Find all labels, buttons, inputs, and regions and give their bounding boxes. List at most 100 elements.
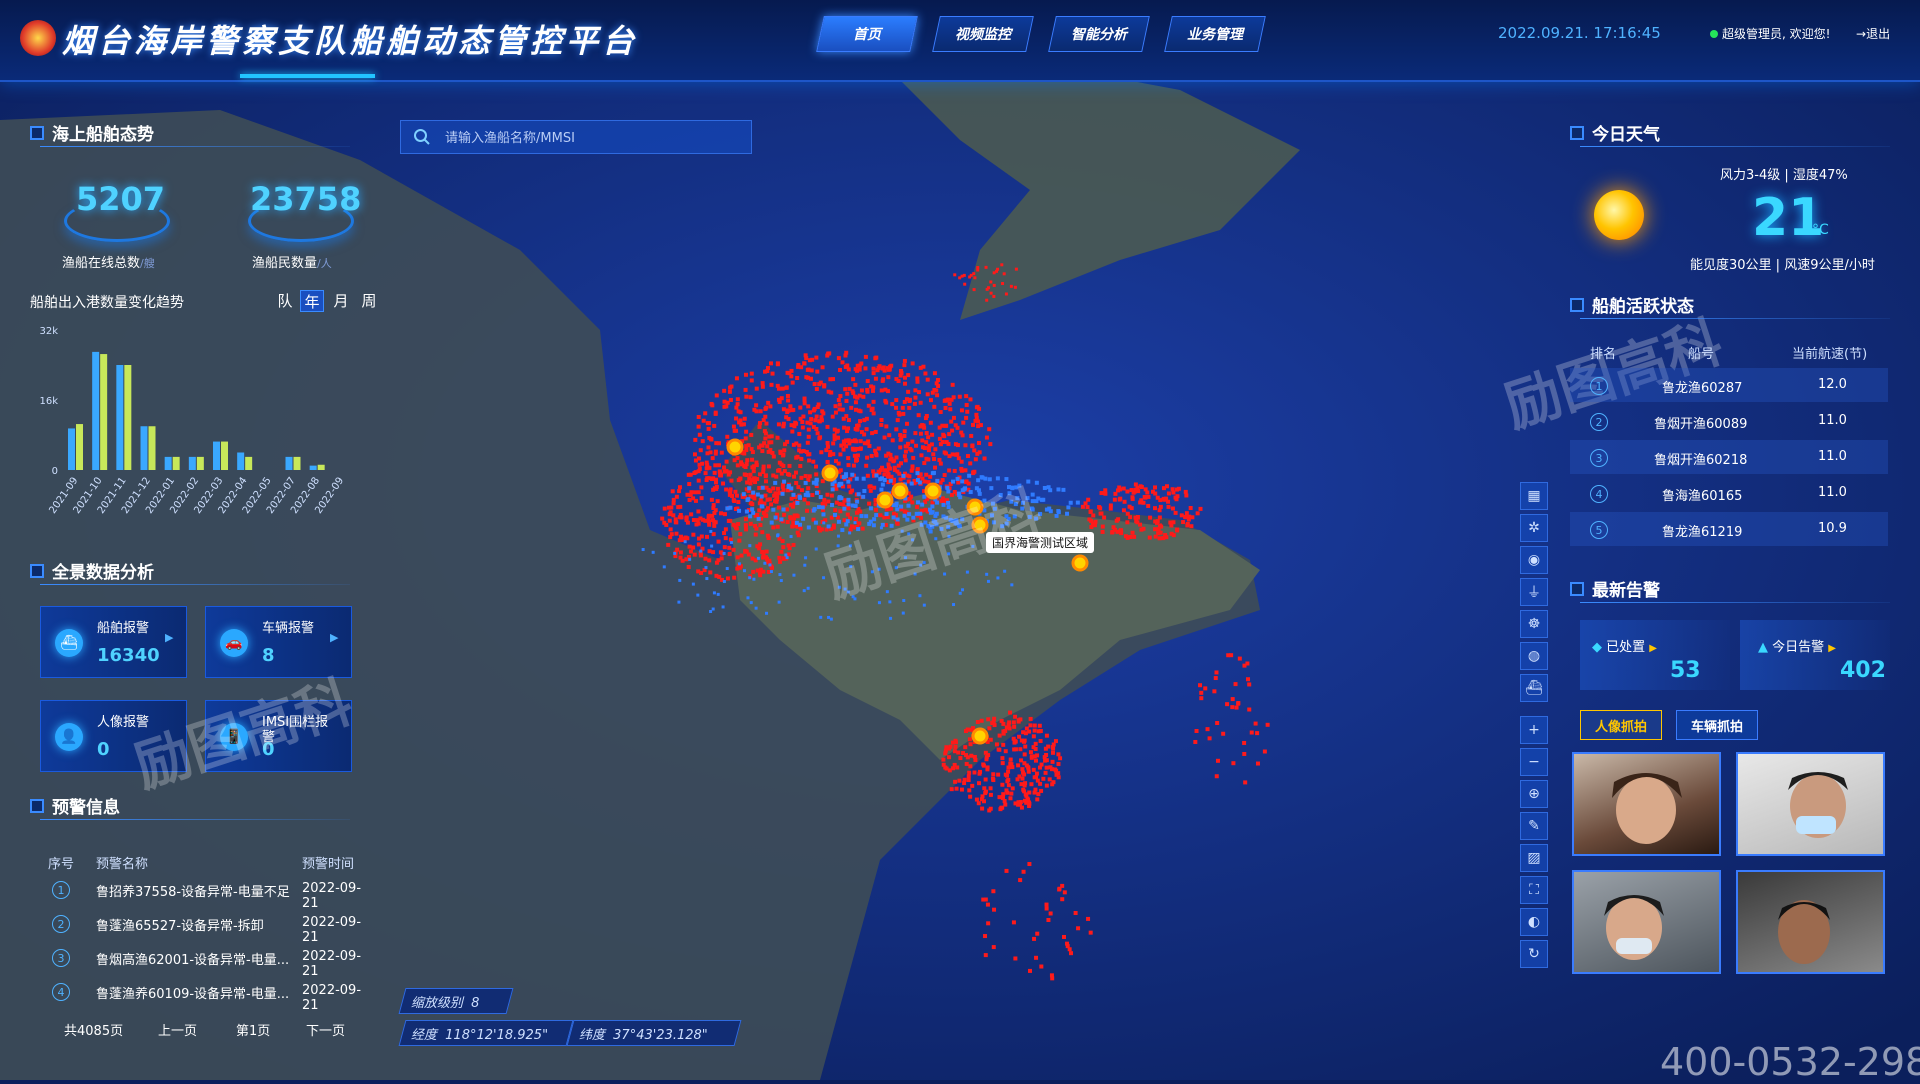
vessel-marker: [662, 565, 666, 569]
period-year[interactable]: 年: [300, 290, 324, 312]
pager-prev-button[interactable]: 上一页: [158, 1020, 197, 1039]
face-capture-photo[interactable]: [1572, 870, 1721, 974]
vessel-marker: [813, 520, 818, 525]
tab-face-capture[interactable]: 人像抓拍: [1580, 710, 1662, 740]
face-capture-photo[interactable]: [1572, 752, 1721, 856]
camera-icon[interactable]: ◉: [1520, 546, 1548, 574]
vessel-marker: [737, 538, 742, 543]
vessel-marker: [1016, 763, 1021, 768]
vessel-marker: [896, 410, 901, 415]
vessel-marker: [722, 512, 727, 517]
vessel-marker: [758, 523, 763, 528]
fishermen-label-text: 渔船民数量: [252, 256, 318, 271]
activity-row[interactable]: 2 鲁烟开渔60089 11.0: [1570, 404, 1888, 438]
period-month[interactable]: 月: [330, 290, 352, 310]
vessel-marker: [963, 443, 968, 448]
activity-row[interactable]: 5 鲁龙渔61219 10.9: [1570, 512, 1888, 546]
face-photo-image: [1612, 773, 1682, 844]
fullscreen-icon[interactable]: ⛶: [1520, 876, 1548, 904]
globe-icon[interactable]: ◍: [1520, 642, 1548, 670]
zoom-in-icon[interactable]: +: [1520, 716, 1548, 744]
vessel-marker: [785, 556, 789, 560]
measure-icon[interactable]: ✎: [1520, 812, 1548, 840]
vessel-marker: [705, 577, 709, 581]
vessel-marker: [795, 500, 800, 505]
vessel-marker: [829, 617, 833, 621]
warning-row[interactable]: 3 鲁烟高渔62001-设备异常-电量... 2022-09-21: [40, 942, 370, 979]
warning-row[interactable]: 4 鲁蓬渔养60109-设备异常-电量... 2022-09-21: [40, 976, 370, 1013]
layers-icon[interactable]: ▦: [1520, 482, 1548, 510]
vessel-marker: [1029, 782, 1034, 787]
vessel-marker: [898, 445, 903, 450]
vessel-marker: [759, 494, 764, 499]
search-input[interactable]: [443, 127, 737, 149]
chart-bar: [172, 456, 180, 470]
vessel-marker: [910, 464, 915, 469]
vessel-marker: [741, 492, 746, 497]
trend-title: 船舶出入港数量变化趋势: [30, 295, 184, 311]
zoom-out-icon[interactable]: −: [1520, 748, 1548, 776]
ship-icon[interactable]: ⛴: [1520, 674, 1548, 702]
vessel-marker: [1164, 484, 1169, 489]
vessel-marker: [968, 461, 973, 466]
vessel-marker: [712, 591, 716, 595]
filter-icon[interactable]: ⏚: [1520, 578, 1548, 606]
vessel-marker: [887, 433, 892, 438]
vessel-marker: [716, 539, 721, 544]
warning-row[interactable]: 1 鲁招养37558-设备异常-电量不足 2022-09-21: [40, 874, 370, 911]
vessel-marker: [830, 482, 835, 487]
track-icon[interactable]: ☸: [1520, 610, 1548, 638]
tab-vehicle-capture[interactable]: 车辆抓拍: [1676, 710, 1758, 740]
logout-button[interactable]: →退出: [1856, 25, 1890, 42]
locate-icon[interactable]: ⊕: [1520, 780, 1548, 808]
nav-home[interactable]: 首页: [816, 16, 918, 52]
vessel-marker: [854, 439, 859, 444]
period-week[interactable]: 周: [358, 290, 380, 310]
vessel-marker: [1166, 504, 1171, 509]
today-alerts-value: 402: [1840, 658, 1886, 683]
vessel-marker: [755, 492, 760, 497]
chart-bar: [309, 465, 317, 470]
area-icon[interactable]: ▨: [1520, 844, 1548, 872]
alarm-card-vessel[interactable]: ⛴ 船舶报警 16340 ▶: [40, 606, 187, 678]
nav-smart-analysis[interactable]: 智能分析: [1048, 16, 1150, 52]
chart-bar: [317, 464, 325, 470]
vessel-marker: [814, 414, 819, 419]
warning-row-name: 鲁蓬渔65527-设备异常-拆卸: [96, 919, 264, 934]
refresh-icon[interactable]: ↻: [1520, 940, 1548, 968]
warning-row[interactable]: 2 鲁蓬渔65527-设备异常-拆卸 2022-09-21: [40, 908, 370, 945]
vessel-marker: [894, 398, 899, 403]
earth-icon[interactable]: ◐: [1520, 908, 1548, 936]
vessel-marker: [848, 490, 853, 495]
period-team[interactable]: 队: [274, 290, 296, 310]
nav-video-monitor[interactable]: 视频监控: [932, 16, 1034, 52]
vessel-marker: [798, 416, 803, 421]
today-alerts-card[interactable]: ▲ 今日告警 ▶ 402: [1740, 620, 1890, 690]
vessel-marker: [751, 469, 756, 474]
cluster-icon[interactable]: ✲: [1520, 514, 1548, 542]
handled-alerts-card[interactable]: ◆ 已处置 ▶ 53: [1580, 620, 1730, 690]
activity-row[interactable]: 1 鲁龙渔60287 12.0: [1570, 368, 1888, 402]
face-capture-photo[interactable]: [1736, 752, 1885, 856]
col-rank: 排名: [1590, 347, 1617, 362]
face-capture-photo[interactable]: [1736, 870, 1885, 974]
vessel-marker: [1009, 284, 1013, 288]
weather-wind-speed: 风速9公里/小时: [1784, 258, 1875, 273]
vessel-marker: [996, 576, 1000, 580]
vessel-marker: [809, 417, 814, 422]
nav-business-management[interactable]: 业务管理: [1164, 16, 1266, 52]
warning-row-time: 2022-09-21: [302, 915, 362, 945]
vessel-marker: [1152, 506, 1157, 511]
vessel-marker: [855, 363, 860, 368]
activity-row[interactable]: 4 鲁海渔60165 11.0: [1570, 476, 1888, 510]
vessel-marker: [749, 432, 754, 437]
vessel-marker: [879, 422, 884, 427]
vessel-marker: [697, 467, 702, 472]
vessel-marker: [873, 507, 878, 512]
pager-next-button[interactable]: 下一页: [306, 1020, 345, 1039]
vessel-marker: [700, 439, 705, 444]
vessel-marker: [856, 492, 861, 497]
vessel-marker: [873, 376, 878, 381]
activity-row[interactable]: 3 鲁烟开渔60218 11.0: [1570, 440, 1888, 474]
vessel-marker: [704, 566, 708, 570]
